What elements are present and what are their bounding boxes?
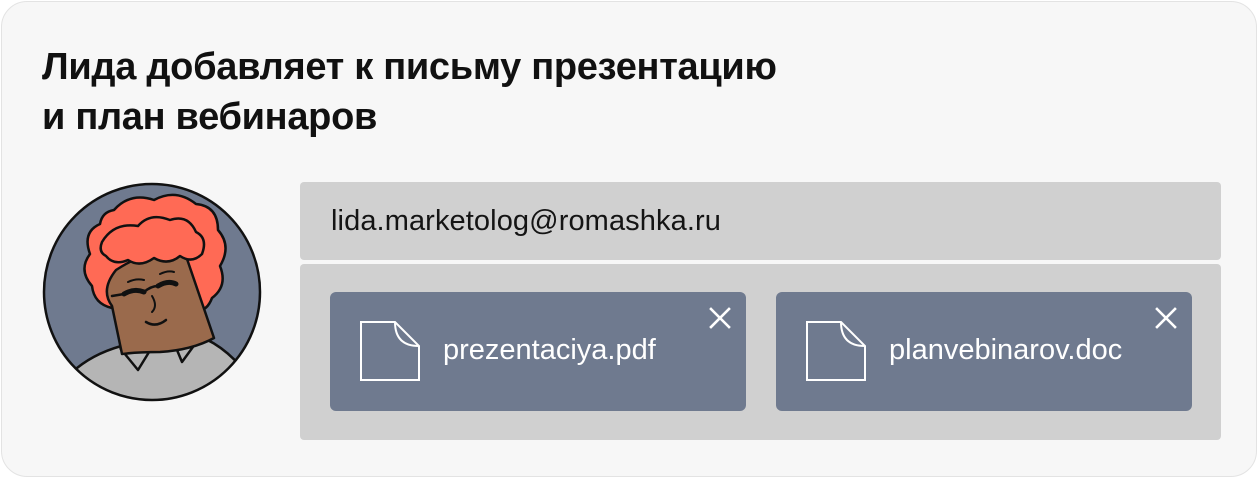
avatar: [42, 182, 262, 402]
attachment-chip[interactable]: planvebinarov.doc: [776, 292, 1192, 411]
attachment-filename: planvebinarov.doc: [889, 334, 1123, 366]
close-icon[interactable]: [1154, 306, 1178, 330]
page-title: Лида добавляет к письму презентацию и пл…: [42, 42, 942, 142]
close-icon[interactable]: [708, 306, 732, 330]
title-line-1: Лида добавляет к письму презентацию: [42, 46, 777, 88]
file-icon: [360, 321, 420, 381]
attachments-area: prezentaciya.pdf planvebinarov.doc: [300, 264, 1221, 440]
title-line-2: и план вебинаров: [42, 96, 378, 138]
attachment-filename: prezentaciya.pdf: [443, 334, 656, 366]
email-card: Лида добавляет к письму презентацию и пл…: [1, 1, 1257, 477]
file-icon: [806, 321, 866, 381]
avatar-illustration: [42, 182, 262, 402]
sender-email: lida.marketolog@romashka.ru: [331, 204, 721, 237]
sender-email-field[interactable]: lida.marketolog@romashka.ru: [300, 182, 1221, 260]
attachment-chip[interactable]: prezentaciya.pdf: [330, 292, 746, 411]
